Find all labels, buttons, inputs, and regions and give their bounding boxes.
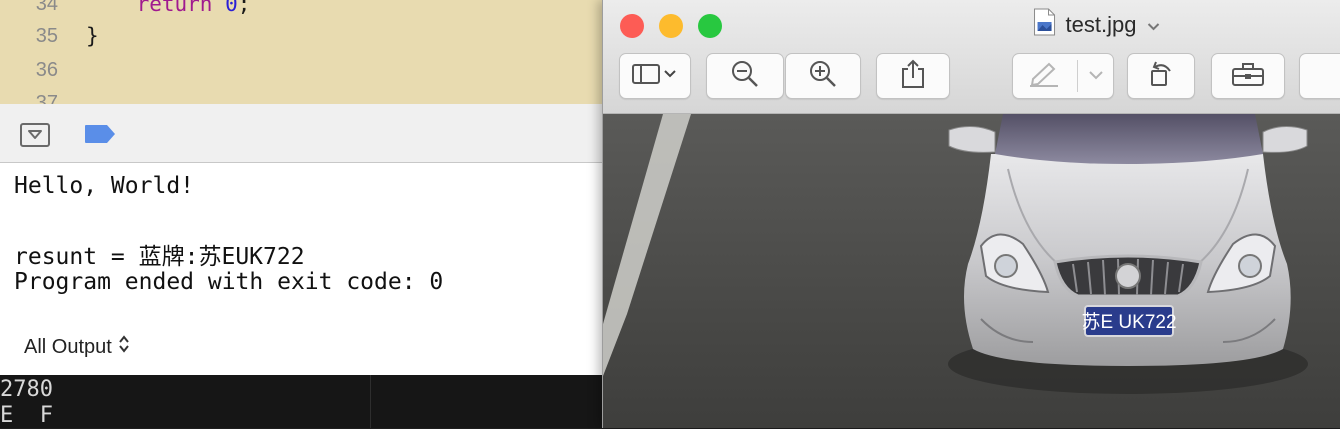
output-filter-label: All Output bbox=[24, 335, 112, 358]
console-line: resunt = 蓝牌:苏EUK722 bbox=[14, 244, 305, 270]
background-window-fragment: 2780 E F bbox=[0, 375, 602, 428]
divider bbox=[1077, 60, 1078, 92]
breakpoint-icon[interactable] bbox=[84, 124, 116, 144]
window-toolbar: test.jpg bbox=[603, 0, 1340, 114]
markup-button[interactable] bbox=[1012, 53, 1114, 99]
code-editor[interactable]: 34 return 0; 35 } 36 37 bbox=[0, 0, 602, 105]
code-line: 36 bbox=[0, 53, 602, 87]
console-line: Hello, World! bbox=[14, 173, 195, 199]
code-line: 35 } bbox=[0, 19, 602, 53]
sidebar-icon bbox=[631, 62, 679, 91]
code-line: 37 bbox=[0, 86, 602, 105]
divider bbox=[370, 375, 371, 428]
toolbox-button[interactable] bbox=[1211, 53, 1285, 99]
license-plate: 苏E UK722 bbox=[1081, 305, 1177, 337]
sidebar-toggle-button[interactable] bbox=[619, 53, 691, 99]
line-number: 35 bbox=[35, 25, 58, 47]
code-text: return 0; bbox=[86, 0, 251, 16]
zoom-in-icon bbox=[808, 59, 838, 94]
line-number: 36 bbox=[35, 59, 58, 81]
debug-bar bbox=[0, 104, 602, 163]
share-icon bbox=[900, 59, 926, 94]
rotate-button[interactable] bbox=[1127, 53, 1195, 99]
output-filter-popup[interactable]: All Output bbox=[24, 334, 130, 360]
zoom-button[interactable] bbox=[698, 14, 722, 38]
toolbox-icon bbox=[1231, 61, 1265, 92]
console-line: Program ended with exit code: 0 bbox=[14, 269, 444, 295]
hide-debug-area-icon[interactable] bbox=[20, 123, 50, 147]
zoom-in-button[interactable] bbox=[785, 53, 861, 99]
line-number: 34 bbox=[35, 0, 58, 15]
markup-pen-icon bbox=[1027, 61, 1061, 92]
line-number: 37 bbox=[35, 92, 58, 105]
background-text: 2780 E F bbox=[0, 377, 53, 428]
window-title-text: test.jpg bbox=[1065, 12, 1137, 37]
share-button[interactable] bbox=[876, 53, 950, 99]
code-text: } bbox=[86, 24, 99, 48]
search-field[interactable] bbox=[1299, 53, 1340, 99]
code-line: 34 return 0; bbox=[0, 0, 602, 21]
chevron-down-icon bbox=[1146, 12, 1160, 38]
up-down-chevron-icon bbox=[118, 334, 130, 360]
preview-window[interactable]: test.jpg 苏E UK722 bbox=[602, 0, 1340, 428]
window-title[interactable]: test.jpg bbox=[1034, 8, 1161, 42]
preview-image[interactable]: 苏E UK722 bbox=[603, 114, 1340, 428]
zoom-out-icon bbox=[730, 59, 760, 94]
chevron-down-icon bbox=[1088, 68, 1104, 86]
svg-text:苏E UK722: 苏E UK722 bbox=[1081, 311, 1176, 333]
jpeg-document-icon bbox=[1034, 8, 1056, 42]
close-button[interactable] bbox=[620, 14, 644, 38]
zoom-out-button[interactable] bbox=[706, 53, 784, 99]
rotate-left-icon bbox=[1146, 59, 1176, 94]
minimize-button[interactable] bbox=[659, 14, 683, 38]
